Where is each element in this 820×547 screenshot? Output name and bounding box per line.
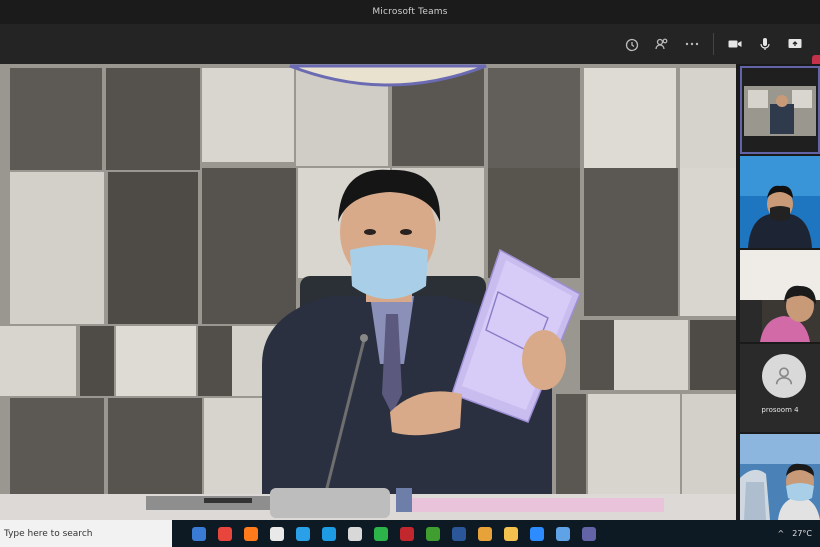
participants-gallery: prosoom 4 — [736, 64, 820, 520]
face-mask — [350, 245, 428, 299]
edge-icon[interactable] — [318, 523, 340, 545]
chevron-up-icon[interactable]: ^ — [778, 529, 785, 538]
avatar — [762, 354, 806, 398]
chrome-icon[interactable] — [214, 523, 236, 545]
zoom-icon[interactable] — [526, 523, 548, 545]
camera-icon[interactable] — [720, 29, 750, 59]
window-title: Microsoft Teams — [372, 7, 448, 17]
taskbar: Type here to search ^ 27°C — [0, 520, 820, 547]
camera-app-icon[interactable] — [266, 523, 288, 545]
participant-tile-4[interactable] — [740, 434, 820, 520]
xbox-icon[interactable] — [422, 523, 444, 545]
weather-temp[interactable]: 27°C — [792, 529, 812, 538]
participant-name: prosoom 4 — [761, 406, 799, 414]
participants-icon[interactable] — [647, 29, 677, 59]
timer-icon[interactable] — [617, 29, 647, 59]
search-placeholder: Type here to search — [4, 528, 93, 539]
meeting-controls — [0, 24, 820, 81]
participant-tile-3[interactable]: prosoom 4 — [740, 344, 820, 432]
word-icon[interactable] — [448, 523, 470, 545]
main-video — [0, 64, 736, 520]
pdf-icon[interactable] — [344, 523, 366, 545]
line-icon[interactable] — [370, 523, 392, 545]
teams-icon[interactable] — [578, 523, 600, 545]
taskview-icon[interactable] — [188, 523, 210, 545]
share-icon[interactable] — [780, 29, 810, 59]
photos-icon[interactable] — [292, 523, 314, 545]
divider — [713, 33, 714, 55]
firefox-icon[interactable] — [240, 523, 262, 545]
participant-tile-2[interactable] — [740, 250, 820, 342]
mic-icon[interactable] — [750, 29, 780, 59]
powerpoint-icon[interactable] — [396, 523, 418, 545]
taskbar-apps — [188, 523, 600, 545]
speaker-video-frame — [0, 64, 736, 520]
taskbar-search[interactable]: Type here to search — [0, 520, 172, 547]
system-tray: ^ 27°C — [778, 529, 820, 538]
self-video-tile[interactable] — [740, 66, 820, 154]
mail-icon[interactable] — [552, 523, 574, 545]
title-bar: Microsoft Teams — [0, 0, 820, 24]
participant-tile-1[interactable] — [740, 156, 820, 248]
explorer-icon[interactable] — [500, 523, 522, 545]
user-icon — [775, 367, 793, 385]
store-icon[interactable] — [474, 523, 496, 545]
more-icon[interactable] — [677, 29, 707, 59]
